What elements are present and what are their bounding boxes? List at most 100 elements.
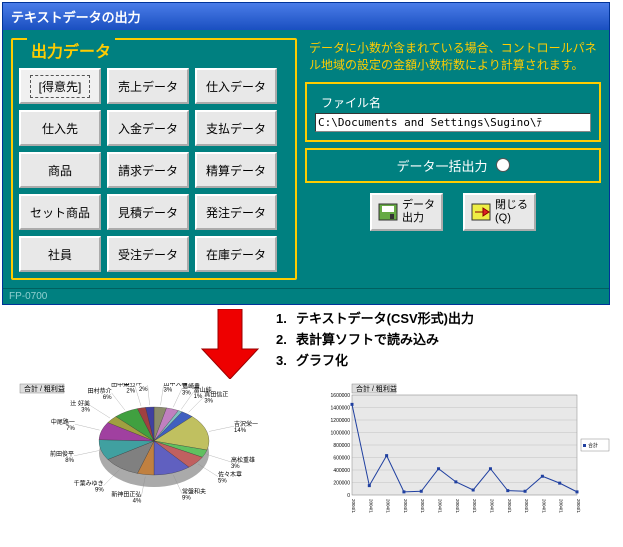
steps-list: 1.テキストデータ(CSV形式)出力2.表計算ソフトで読み込み3.グラフ化 bbox=[276, 309, 474, 371]
svg-text:1000000: 1000000 bbox=[331, 431, 351, 437]
down-arrow-icon bbox=[200, 309, 260, 379]
output-data-panel: 出力データ [得意先] 売上データ仕入データ仕入先入金データ支払データ商品請求デー… bbox=[11, 38, 297, 280]
action-row: データ 出力 閉じる (Q) bbox=[305, 193, 601, 231]
svg-text:6%: 6% bbox=[103, 395, 112, 401]
file-label: ファイル名 bbox=[315, 94, 591, 111]
svg-text:3%: 3% bbox=[81, 407, 90, 413]
disk-icon bbox=[378, 203, 398, 221]
svg-text:400000: 400000 bbox=[333, 468, 350, 474]
step-text: グラフ化 bbox=[296, 351, 348, 372]
svg-text:3%: 3% bbox=[182, 390, 191, 396]
exit-arrow-icon bbox=[471, 203, 491, 221]
category-button-14[interactable]: 在庫データ bbox=[195, 236, 277, 272]
category-button-8[interactable]: 精算データ bbox=[195, 152, 277, 188]
svg-text:2004/1/21: 2004/1/21 bbox=[489, 499, 494, 513]
step-text: テキストデータ(CSV形式)出力 bbox=[296, 309, 474, 330]
svg-text:1%: 1% bbox=[194, 394, 203, 400]
svg-text:常盤和夫: 常盤和夫 bbox=[182, 488, 206, 496]
svg-text:14%: 14% bbox=[234, 428, 247, 434]
svg-text:7%: 7% bbox=[66, 426, 75, 432]
button-grid: [得意先] 売上データ仕入データ仕入先入金データ支払データ商品請求データ精算データ… bbox=[19, 68, 289, 272]
svg-text:真田信正: 真田信正 bbox=[204, 390, 228, 398]
panel-legend: 出力データ bbox=[27, 38, 115, 62]
category-button-4[interactable]: 入金データ bbox=[107, 110, 189, 146]
category-button-3[interactable]: 仕入先 bbox=[19, 110, 101, 146]
svg-text:1400000: 1400000 bbox=[331, 406, 351, 412]
step-3: 3.グラフ化 bbox=[276, 351, 474, 372]
svg-text:吉沢栄一: 吉沢栄一 bbox=[234, 420, 258, 428]
line-chart: 0 200000 400000 600000 800000 1000000 1200000 1… bbox=[314, 383, 614, 513]
svg-text:合計 / 粗利益: 合計 / 粗利益 bbox=[24, 384, 65, 393]
category-button-7[interactable]: 請求データ bbox=[107, 152, 189, 188]
step-2: 2.表計算ソフトで読み込み bbox=[276, 330, 474, 351]
svg-text:2%: 2% bbox=[139, 387, 148, 393]
svg-text:600000: 600000 bbox=[333, 456, 350, 462]
category-button-12[interactable]: 社員 bbox=[19, 236, 101, 272]
svg-text:1200000: 1200000 bbox=[331, 418, 351, 424]
svg-text:2004/1/23: 2004/1/23 bbox=[507, 499, 512, 513]
batch-radio[interactable] bbox=[496, 158, 510, 172]
svg-text:2004/1/15: 2004/1/15 bbox=[438, 499, 443, 513]
svg-text:2004/1/11: 2004/1/11 bbox=[403, 499, 408, 513]
category-button-11[interactable]: 発注データ bbox=[195, 194, 277, 230]
svg-text:9%: 9% bbox=[95, 488, 104, 494]
category-button-0[interactable]: [得意先] bbox=[19, 68, 101, 104]
category-button-1[interactable]: 売上データ bbox=[107, 68, 189, 104]
svg-text:辻 好美: 辻 好美 bbox=[70, 399, 90, 407]
svg-text:800000: 800000 bbox=[333, 443, 350, 449]
svg-text:2004/1/9: 2004/1/9 bbox=[386, 499, 391, 513]
category-button-label: [得意先] bbox=[30, 75, 91, 98]
svg-text:合計 / 粗利益: 合計 / 粗利益 bbox=[356, 384, 397, 393]
svg-text:高松重雄: 高松重雄 bbox=[231, 456, 255, 464]
svg-text:2004/1/25: 2004/1/25 bbox=[524, 499, 529, 513]
status-text: FP-0700 bbox=[9, 291, 47, 302]
app-window: テキストデータの出力 出力データ [得意先] 売上データ仕入データ仕入先入金データ… bbox=[2, 2, 610, 305]
batch-output-box[interactable]: データ一括出力 bbox=[305, 148, 601, 183]
app-body: 出力データ [得意先] 売上データ仕入データ仕入先入金データ支払データ商品請求デー… bbox=[3, 30, 609, 288]
close-button[interactable]: 閉じる (Q) bbox=[463, 193, 536, 231]
window-title: テキストデータの出力 bbox=[11, 10, 141, 25]
svg-text:2004/1/29: 2004/1/29 bbox=[559, 499, 564, 513]
svg-text:中尾路一: 中尾路一 bbox=[51, 418, 75, 426]
category-button-10[interactable]: 見積データ bbox=[107, 194, 189, 230]
svg-text:5%: 5% bbox=[218, 479, 227, 485]
step-number: 1. bbox=[276, 309, 296, 330]
svg-text:新神田正弘: 新神田正弘 bbox=[111, 490, 141, 498]
step-text: 表計算ソフトで読み込み bbox=[296, 330, 439, 351]
svg-text:9%: 9% bbox=[182, 496, 191, 502]
category-button-6[interactable]: 商品 bbox=[19, 152, 101, 188]
svg-text:3%: 3% bbox=[164, 387, 173, 393]
svg-text:2004/1/30: 2004/1/30 bbox=[576, 499, 581, 513]
step-1: 1.テキストデータ(CSV形式)出力 bbox=[276, 309, 474, 330]
status-bar: FP-0700 bbox=[3, 288, 609, 304]
filename-input[interactable] bbox=[315, 113, 591, 132]
step-number: 3. bbox=[276, 351, 296, 372]
info-message: データに小数が含まれている場合、コントロールパネル地域の設定の金額小数桁数により… bbox=[305, 38, 601, 76]
svg-text:0: 0 bbox=[347, 493, 350, 499]
category-button-9[interactable]: セット商品 bbox=[19, 194, 101, 230]
file-box: ファイル名 bbox=[305, 82, 601, 142]
right-panel: データに小数が含まれている場合、コントロールパネル地域の設定の金額小数桁数により… bbox=[305, 38, 601, 280]
svg-text:3%: 3% bbox=[204, 398, 213, 404]
svg-text:合計: 合計 bbox=[588, 442, 598, 449]
svg-text:2004/1/17: 2004/1/17 bbox=[455, 499, 460, 513]
category-button-13[interactable]: 受注データ bbox=[107, 236, 189, 272]
svg-text:200000: 200000 bbox=[333, 481, 350, 487]
category-button-5[interactable]: 支払データ bbox=[195, 110, 277, 146]
svg-text:佐々木章: 佐々木章 bbox=[218, 471, 242, 479]
step-number: 2. bbox=[276, 330, 296, 351]
batch-label: データ一括出力 bbox=[396, 156, 487, 175]
close-button-label: 閉じる (Q) bbox=[495, 199, 528, 225]
svg-text:2004/1/13: 2004/1/13 bbox=[420, 499, 425, 513]
charts-row: 田中大輔3%島崎豊3%富山純1%真田信正3%吉沢栄一14%高松重雄3%佐々木章5… bbox=[0, 379, 623, 517]
output-button-label: データ 出力 bbox=[402, 199, 435, 225]
output-button[interactable]: データ 出力 bbox=[370, 193, 443, 231]
svg-text:2004/1/5: 2004/1/5 bbox=[351, 499, 356, 513]
svg-text:2%: 2% bbox=[126, 388, 135, 394]
category-button-2[interactable]: 仕入データ bbox=[195, 68, 277, 104]
svg-text:2004/1/7: 2004/1/7 bbox=[368, 499, 373, 513]
svg-text:田村恭介: 田村恭介 bbox=[88, 387, 112, 395]
svg-text:2004/1/19: 2004/1/19 bbox=[472, 499, 477, 513]
pie-chart: 田中大輔3%島崎豊3%富山純1%真田信正3%吉沢栄一14%高松重雄3%佐々木章5… bbox=[4, 383, 304, 513]
window-titlebar: テキストデータの出力 bbox=[3, 3, 609, 30]
